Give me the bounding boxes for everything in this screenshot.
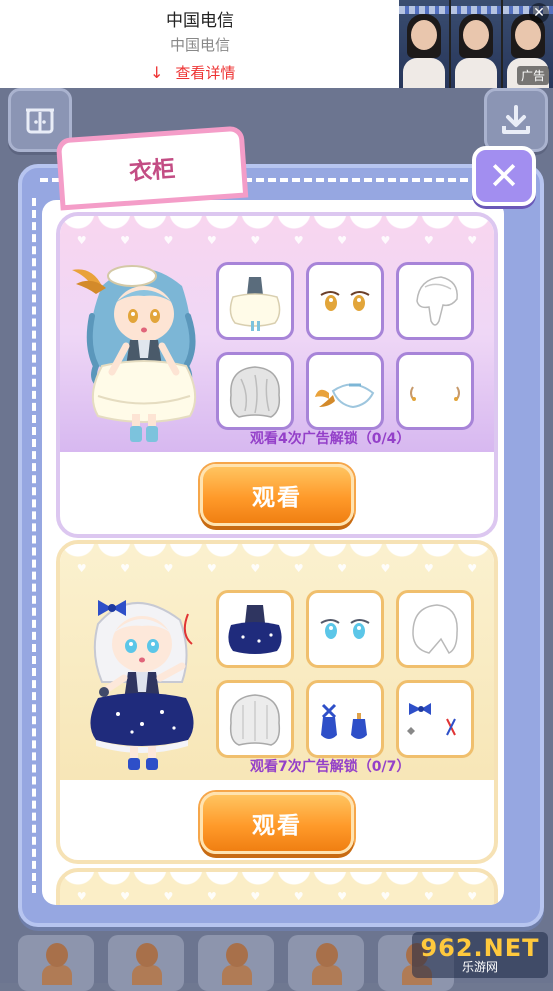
- hair-accessory-icon: [407, 703, 456, 736]
- dress-icon: [229, 277, 281, 331]
- outfit-item-hair-front[interactable]: [216, 352, 294, 430]
- ad-title: 中国电信: [166, 11, 234, 31]
- hair-back-icon: [416, 276, 458, 326]
- outfit-item-hair-back[interactable]: [396, 262, 474, 340]
- outfit-item-shoes[interactable]: [306, 680, 384, 758]
- hair-front-icon: [229, 694, 281, 746]
- watch-ad-label: 观看: [252, 813, 302, 839]
- outfit-item-grid: [216, 262, 478, 430]
- outfit-item-earrings[interactable]: [396, 352, 474, 430]
- outfit-item-eyes[interactable]: [306, 590, 384, 668]
- hair-back-icon: [412, 604, 458, 654]
- wardrobe-title: 衣柜: [128, 156, 177, 186]
- eyes-icon: [320, 619, 370, 639]
- ad-tag: 广告: [516, 66, 549, 85]
- outfit-showcase: ♥ ♥ ♥ ♥ ♥ ♥ ♥ ♥ ♥ ♥: [60, 544, 494, 780]
- ad-details-link[interactable]: ↓ 查看详情: [150, 62, 235, 83]
- hair-front-icon: [229, 366, 281, 418]
- watermark-sub: 乐游网: [461, 959, 498, 974]
- outfit-character-preview: [90, 600, 194, 770]
- outfit-card: ♥ ♥ ♥ ♥ ♥ ♥ ♥ ♥ ♥ ♥: [56, 212, 498, 538]
- outfit-item-headpiece[interactable]: [306, 352, 384, 430]
- watch-ad-button[interactable]: 观看: [200, 464, 354, 526]
- watch-ad-label: 观看: [252, 485, 302, 511]
- ad-text-block[interactable]: 中国电信 中国电信 ↓ 查看详情: [0, 0, 400, 88]
- download-icon: [502, 105, 530, 134]
- close-button[interactable]: ✕: [472, 146, 536, 206]
- ad-thumbnail: [451, 0, 501, 88]
- outfit-item-eyes[interactable]: [306, 262, 384, 340]
- save-corner-button[interactable]: [484, 88, 548, 152]
- shoes-icon: [321, 703, 367, 739]
- earrings-icon: [410, 386, 460, 401]
- dress-icon: [228, 605, 282, 654]
- unlock-progress-text: 观看7次广告解锁（0/7）: [250, 759, 411, 775]
- wardrobe-title-tab: 衣柜: [55, 125, 249, 211]
- outfit-card: ♥ ♥ ♥ ♥ ♥ ♥ ♥ ♥ ♥ ♥: [56, 540, 498, 864]
- outfit-item-hair-accessory[interactable]: [396, 680, 474, 758]
- outfit-showcase: ♥ ♥ ♥ ♥ ♥ ♥ ♥ ♥ ♥ ♥: [60, 216, 494, 452]
- ad-details-label: 查看详情: [175, 64, 236, 82]
- close-icon: ✕: [488, 154, 520, 198]
- outfit-character-preview: [72, 265, 197, 442]
- outfit-card-partial: ♥ ♥ ♥ ♥ ♥ ♥ ♥ ♥ ♥ ♥: [56, 868, 498, 905]
- site-watermark: 962.NET 乐游网: [412, 932, 548, 978]
- download-arrow-icon: ↓: [150, 63, 164, 82]
- unlock-progress-text: 观看4次广告解锁（0/4）: [250, 431, 411, 447]
- watch-ad-button[interactable]: 观看: [200, 792, 354, 854]
- ad-thumbnail: [399, 0, 449, 88]
- outfit-item-hair-front[interactable]: [216, 680, 294, 758]
- outfit-item-hair-back[interactable]: [396, 590, 474, 668]
- outfit-item-dress[interactable]: [216, 262, 294, 340]
- watermark-brand: 962.NET: [420, 933, 540, 962]
- ad-banner[interactable]: 中国电信 中国电信 ↓ 查看详情 ✕ 广告: [0, 0, 553, 88]
- outfit-item-grid: [216, 590, 478, 758]
- outfit-item-dress[interactable]: [216, 590, 294, 668]
- wardrobe-scroll-list[interactable]: ♥ ♥ ♥ ♥ ♥ ♥ ♥ ♥ ♥ ♥ 观看4次广告解锁（0/4） 观看 ♥ ♥…: [42, 200, 504, 905]
- eyes-icon: [320, 291, 370, 311]
- ad-subtitle: 中国电信: [169, 36, 230, 54]
- headpiece-icon: [315, 383, 375, 409]
- ad-close-icon[interactable]: ✕: [529, 3, 549, 23]
- closet-icon: [26, 108, 54, 134]
